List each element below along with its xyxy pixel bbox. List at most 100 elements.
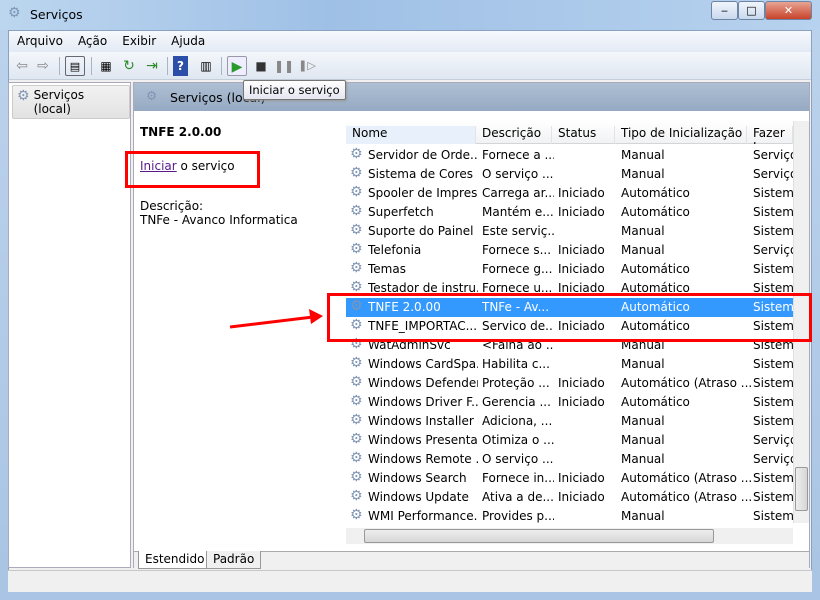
- column-status[interactable]: Status: [552, 126, 615, 144]
- cell: Iniciado: [558, 376, 605, 390]
- menu-ajuda[interactable]: Ajuda: [163, 31, 212, 48]
- table-row[interactable]: ⚙ Telefonia Fornece s... Iniciado Manual Serv…: [346, 241, 793, 260]
- table-row[interactable]: ⚙ WMI Performance... Provides p... Manual Si…: [346, 507, 793, 526]
- table-row[interactable]: ⚙ Sistema de Cores ... O serviço ... Manual…: [346, 165, 793, 184]
- cell: Fornece g...: [482, 262, 553, 276]
- cell: Sistema: [753, 262, 793, 276]
- table-row[interactable]: ⚙ Servidor de Orde... Fornece a ... Manual S…: [346, 146, 793, 165]
- cell: Manual: [621, 414, 665, 428]
- cell: Automático: [621, 395, 690, 409]
- cell: Iniciado: [558, 243, 605, 257]
- table-row[interactable]: ⚙ Windows CardSpa... Habilita c... Manual Si…: [346, 355, 793, 374]
- close-button[interactable]: ✕: [765, 1, 812, 20]
- cell: Sistema: [753, 471, 793, 485]
- horizontal-scrollbar[interactable]: [346, 528, 793, 544]
- cell: Automático (Atraso ...: [621, 471, 751, 485]
- maximize-button[interactable]: □: [738, 1, 765, 20]
- table-row[interactable]: ⚙ Windows Defender Proteção ... Iniciado Aut…: [346, 374, 793, 393]
- cell: Iniciado: [558, 395, 605, 409]
- column-descricao[interactable]: Descrição: [476, 126, 552, 144]
- cell: Sistema: [753, 205, 793, 219]
- cell: Suporte do Painel ...: [368, 224, 478, 238]
- start-service-icon[interactable]: ▶: [227, 56, 247, 76]
- cell: Windows CardSpa...: [368, 357, 478, 371]
- cell: Iniciado: [558, 205, 605, 219]
- table-row[interactable]: ⚙ Windows Installer Adiciona, ... Manual Sis…: [346, 412, 793, 431]
- table-row[interactable]: ⚙ Windows Update Ativa a de... Iniciado Auto…: [346, 488, 793, 507]
- cell: Temas: [368, 262, 406, 276]
- cell: Este serviç...: [482, 224, 554, 238]
- service-gear-icon: ⚙: [350, 412, 363, 428]
- restart-service-icon[interactable]: ❚▷: [297, 56, 317, 76]
- action-pane-icon[interactable]: ▥: [196, 56, 216, 76]
- menu-exibir[interactable]: Exibir: [114, 31, 163, 48]
- title-bar: ⚙ Serviços ‒ □ ✕: [0, 0, 820, 30]
- refresh-icon[interactable]: ↻: [119, 56, 139, 76]
- status-bar: [8, 570, 812, 592]
- menu-acao[interactable]: Ação: [70, 31, 114, 48]
- export-list-icon[interactable]: ⇥: [142, 56, 162, 76]
- table-row[interactable]: ⚙ Spooler de Impres... Carrega ar... Inicia…: [346, 184, 793, 203]
- annotation-arrow: [229, 309, 323, 329]
- show-hide-console-tree-icon[interactable]: ▤: [65, 56, 85, 76]
- column-tipo[interactable]: Tipo de Inicialização: [615, 126, 747, 144]
- cell: Serviço: [753, 167, 793, 181]
- forward-arrow-icon[interactable]: ⇨: [33, 56, 53, 76]
- pause-service-icon[interactable]: ❚❚: [274, 56, 294, 76]
- service-gear-icon: ⚙: [350, 184, 363, 200]
- gear-icon: ⚙: [17, 88, 30, 104]
- service-gear-icon: ⚙: [350, 260, 363, 276]
- scroll-thumb[interactable]: [795, 467, 808, 511]
- cell: Manual: [621, 509, 665, 523]
- service-gear-icon: ⚙: [350, 222, 363, 238]
- cell: Manual: [621, 452, 665, 466]
- cell: Habilita c...: [482, 357, 550, 371]
- cell: Sistema: [753, 357, 793, 371]
- cell: Superfetch: [368, 205, 434, 219]
- cell: Sistema: [753, 395, 793, 409]
- properties-icon[interactable]: ▦: [96, 56, 116, 76]
- table-row[interactable]: ⚙ Temas Fornece g... Iniciado Automático Sist…: [346, 260, 793, 279]
- table-row[interactable]: ⚙ Suporte do Painel ... Este serviç... Manu…: [346, 222, 793, 241]
- cell: WMI Performance...: [368, 509, 478, 523]
- cell: Automático: [621, 205, 690, 219]
- back-arrow-icon[interactable]: ⇦: [12, 56, 32, 76]
- list-header: Nome Descrição Status Tipo de Inicializa…: [346, 121, 793, 144]
- cell: Ativa a de...: [482, 490, 554, 504]
- cell: Fornece a ...: [482, 148, 554, 162]
- table-row[interactable]: ⚙ Windows Driver F... Gerencia ... Iniciado…: [346, 393, 793, 412]
- help-icon[interactable]: ?: [173, 56, 188, 76]
- column-fazer-logon[interactable]: Fazer Lo: [747, 126, 793, 144]
- tab-padrao[interactable]: Padrão: [206, 551, 262, 569]
- stop-service-icon[interactable]: ■: [251, 56, 271, 76]
- column-nome[interactable]: Nome: [346, 126, 476, 144]
- cell: Spooler de Impres...: [368, 186, 478, 200]
- cell: Provides p...: [482, 509, 554, 523]
- window-title: Serviços: [30, 7, 83, 22]
- table-row[interactable]: ⚙ Windows Search Fornece in... Iniciado Auto…: [346, 469, 793, 488]
- cell: Servidor de Orde...: [368, 148, 478, 162]
- cell: Serviço: [753, 433, 793, 447]
- cell: Manual: [621, 243, 665, 257]
- cell: Carrega ar...: [482, 186, 554, 200]
- service-gear-icon: ⚙: [350, 469, 363, 485]
- table-row[interactable]: ⚙ Superfetch Mantém e... Iniciado Automático…: [346, 203, 793, 222]
- pane-header: ⚙ Serviços (local): [134, 83, 809, 111]
- tree-item-services-local[interactable]: ⚙ Serviços (local): [12, 85, 130, 119]
- cell: Windows Remote ...: [368, 452, 478, 466]
- table-row[interactable]: ⚙ Windows Presenta... Otimiza o ... Manual S…: [346, 431, 793, 450]
- view-tabs: Estendido Padrão: [134, 551, 809, 569]
- cell: Automático: [621, 186, 690, 200]
- minimize-button[interactable]: ‒: [711, 1, 738, 20]
- cell: Windows Presenta...: [368, 433, 478, 447]
- cell: Sistema: [753, 186, 793, 200]
- cell: Sistema de Cores ...: [368, 167, 478, 181]
- menu-arquivo[interactable]: Arquivo: [9, 31, 70, 48]
- table-row[interactable]: ⚙ Windows Remote ... O serviço ... Manual Se…: [346, 450, 793, 469]
- cell: Iniciado: [558, 186, 605, 200]
- cell: Windows Update: [368, 490, 469, 504]
- cell: Sistema: [753, 509, 793, 523]
- scroll-thumb[interactable]: [364, 529, 714, 543]
- tab-estendido[interactable]: Estendido: [138, 551, 212, 569]
- cell: Automático (Atraso ...: [621, 376, 751, 390]
